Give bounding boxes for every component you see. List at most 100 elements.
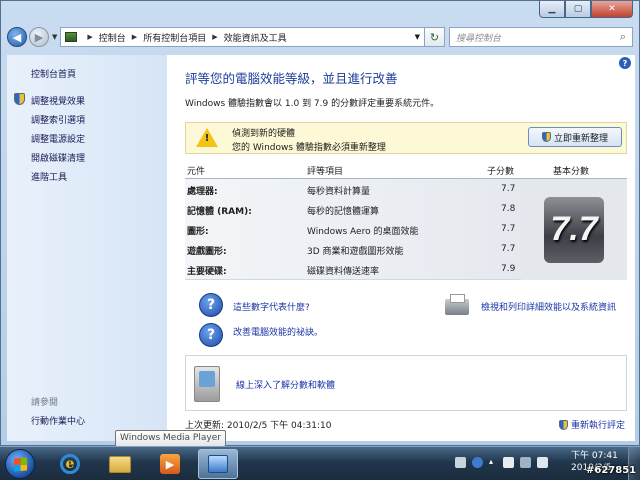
back-button[interactable]: ◀ (7, 27, 27, 47)
action-center-link[interactable]: 行動作業中心 (31, 414, 85, 427)
refresh-now-label: 立即重新整理 (553, 133, 608, 144)
uac-shield-icon (14, 93, 25, 105)
sidebar-item-advanced-tools[interactable]: 進階工具 (31, 170, 67, 183)
internet-explorer-icon: e (60, 454, 80, 474)
close-button[interactable]: ✕ (591, 1, 633, 18)
help-tray-icon[interactable] (472, 457, 483, 468)
folder-icon (109, 455, 131, 473)
refresh-button[interactable]: ↻ (425, 27, 445, 47)
taskbar-tooltip: Windows Media Player (115, 430, 226, 447)
uac-shield-icon (558, 419, 568, 430)
keyboard-icon[interactable] (455, 457, 466, 468)
item-cell: 每秒的記憶體運算 (307, 207, 380, 217)
page-title: 評等您的電腦效能等級，並且進行改善 (185, 71, 398, 86)
clock-time: 下午 07:41 (571, 451, 618, 461)
rerun-assessment-link[interactable]: 重新執行評定 (558, 418, 625, 431)
subscore-cell: 7.7 (501, 184, 516, 194)
control-panel-window: ▁ ▢ ✕ ◀ ▶ ▼ ▶ 控制台 ▶ 所有控制台項目 ▶ 效能資訊及工具 ▼ … (0, 0, 640, 446)
learn-more-box: 線上深入了解分數和軟體 (185, 355, 627, 411)
chevron-down-icon[interactable]: ▼ (415, 33, 420, 41)
score-table: 元件 評等項目 子分數 基本分數 處理器: 每秒資料計算量 7.7 記憶體 (R… (185, 159, 627, 280)
taskbar-internet-explorer[interactable]: e (50, 449, 90, 479)
breadcrumb-performance[interactable]: 效能資訊及工具 (224, 31, 287, 44)
view-print-details-link[interactable]: 檢視和列印詳細效能以及系統資訊 (481, 300, 616, 313)
recent-pages-dropdown[interactable]: ▼ (52, 33, 57, 41)
main-content: ? 評等您的電腦效能等級，並且進行改善 Windows 體驗指數會以 1.0 到… (167, 55, 635, 441)
network-icon[interactable] (520, 457, 531, 468)
subscore-cell: 7.7 (501, 244, 516, 254)
show-hidden-icons-icon[interactable]: ▴ (489, 457, 497, 468)
taskbar-explorer[interactable] (100, 449, 140, 479)
task-pane: 控制台首頁 調整視覺效果 調整索引選項 調整電源設定 開啟磁碟清理 進階工具 請… (7, 55, 167, 441)
table-row: 遊戲圖形: 3D 商業和遊戲圖形效能 7.7 (185, 239, 521, 259)
search-input[interactable]: 搜尋控制台 ⌕ (449, 27, 633, 47)
search-placeholder: 搜尋控制台 (456, 33, 502, 44)
search-icon[interactable]: ⌕ (620, 30, 626, 44)
item-cell: 3D 商業和遊戲圖形效能 (307, 247, 404, 257)
table-row: 處理器: 每秒資料計算量 7.7 (185, 179, 521, 199)
control-panel-icon (65, 32, 78, 42)
start-button[interactable] (5, 449, 35, 479)
page-description: Windows 體驗指數會以 1.0 到 7.9 的分數評定重要系統元件。 (185, 99, 440, 109)
windows-logo-icon (14, 457, 27, 472)
item-cell: 磁碟資料傳送速率 (307, 267, 380, 277)
volume-icon[interactable] (537, 457, 548, 468)
navigation-bar: ◀ ▶ ▼ ▶ 控制台 ▶ 所有控制台項目 ▶ 效能資訊及工具 ▼ ↻ 搜尋控制… (7, 25, 633, 49)
component-cell: 遊戲圖形: (187, 247, 227, 257)
rerun-assessment-label: 重新執行評定 (570, 421, 625, 431)
printer-icon (445, 294, 469, 315)
minimize-button[interactable]: ▁ (539, 1, 565, 18)
chevron-right-icon[interactable]: ▶ (87, 33, 92, 41)
address-bar[interactable]: ▶ 控制台 ▶ 所有控制台項目 ▶ 效能資訊及工具 ▼ (60, 27, 425, 47)
component-cell: 主要硬碟: (187, 267, 227, 277)
warning-mark: ! (204, 133, 210, 144)
component-cell: 記憶體 (RAM): (187, 207, 252, 217)
notice-line-1: 偵測到新的硬體 (232, 129, 296, 139)
improve-tips-link[interactable]: 改善電腦效能的祕訣。 (233, 325, 323, 338)
table-row: 主要硬碟: 磁碟資料傳送速率 7.9 (185, 259, 521, 279)
taskbar-media-player[interactable]: ▶ (150, 449, 190, 479)
what-numbers-mean-link[interactable]: 這些數字代表什麼? (233, 300, 310, 313)
component-cell: 處理器: (187, 187, 218, 197)
sidebar-item-indexing[interactable]: 調整索引選項 (31, 113, 85, 126)
refresh-now-button[interactable]: 立即重新整理 (528, 127, 622, 147)
header-base-score: 基本分數 (553, 167, 590, 177)
maximize-button[interactable]: ▢ (565, 1, 591, 18)
notification-area: ▴ (455, 457, 554, 468)
see-also-heading: 請參閱 (31, 398, 59, 408)
action-center-flag-icon[interactable] (503, 457, 514, 468)
item-cell: Windows Aero 的桌面效能 (307, 227, 419, 237)
sidebar-item-disk-cleanup[interactable]: 開啟磁碟清理 (31, 151, 85, 164)
image-watermark: #627851 (586, 465, 637, 476)
header-component: 元件 (187, 167, 206, 177)
table-row: 記憶體 (RAM): 每秒的記憶體運算 7.8 (185, 199, 521, 219)
performance-info-icon (208, 455, 228, 473)
window-controls: ▁ ▢ ✕ (539, 1, 633, 18)
control-panel-home-link[interactable]: 控制台首頁 (31, 67, 76, 80)
item-cell: 每秒資料計算量 (307, 187, 371, 197)
software-box-icon (194, 366, 220, 402)
taskbar-control-panel[interactable] (198, 449, 238, 479)
help-question-icon[interactable]: ? (199, 323, 223, 347)
chevron-right-icon[interactable]: ▶ (212, 33, 217, 41)
breadcrumb-all-items[interactable]: 所有控制台項目 (143, 31, 206, 44)
media-player-icon: ▶ (160, 454, 180, 474)
breadcrumb-control-panel[interactable]: 控制台 (99, 31, 126, 44)
learn-more-link[interactable]: 線上深入了解分數和軟體 (236, 378, 335, 391)
base-score-panel: 7.7 (521, 179, 627, 280)
chevron-right-icon[interactable]: ▶ (132, 33, 137, 41)
forward-button[interactable]: ▶ (29, 27, 49, 47)
notice-line-2: 您的 Windows 體驗指數必須重新整理 (232, 143, 386, 153)
help-icon[interactable]: ? (619, 57, 631, 69)
header-subscore: 子分數 (487, 167, 515, 177)
subscore-cell: 7.7 (501, 224, 516, 234)
sidebar-item-visual-effects[interactable]: 調整視覺效果 (31, 94, 85, 107)
help-question-icon[interactable]: ? (199, 293, 223, 317)
taskbar: e ▶ ▴ 下午 07:41 2010/2/5 (0, 446, 640, 480)
subscore-cell: 7.8 (501, 204, 516, 214)
component-cell: 圖形: (187, 227, 209, 237)
uac-shield-icon (541, 132, 551, 142)
table-header: 元件 評等項目 子分數 基本分數 (185, 159, 627, 179)
score-rows: 處理器: 每秒資料計算量 7.7 記憶體 (RAM): 每秒的記憶體運算 7.8… (185, 179, 521, 280)
sidebar-item-power[interactable]: 調整電源設定 (31, 132, 85, 145)
